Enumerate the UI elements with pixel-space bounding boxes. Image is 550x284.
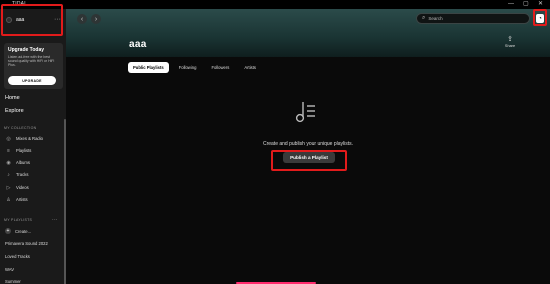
forward-button[interactable]: › (91, 14, 101, 24)
artist-icon: ♙ (6, 196, 11, 203)
playlists-more-icon[interactable]: ··· (52, 217, 58, 223)
close-icon[interactable]: ✕ (538, 1, 543, 8)
page-title: aaa (129, 39, 147, 50)
playlists-section-label: MY PLAYLISTS (4, 218, 33, 222)
album-icon: ◉ (6, 159, 11, 166)
search-icon: ⌕ (422, 15, 426, 21)
nav-home[interactable]: Home (5, 95, 20, 101)
empty-state-text: Create and publish your unique playlists… (262, 141, 354, 147)
create-playlist-button[interactable]: + Create... (5, 228, 31, 234)
main-content: ‹ › ⌕ ◔ aaa ⇪ Share Public Playlists Fol… (66, 9, 550, 284)
track-icon: ♪ (7, 171, 10, 178)
sidebar-item-label: Videos (16, 185, 29, 190)
sidebar-item-label: Artists (16, 197, 28, 202)
sidebar-item-tracks[interactable]: ♪ Tracks (5, 171, 28, 178)
sidebar-item-artists[interactable]: ♙ Artists (5, 196, 28, 203)
sidebar-item-mixes[interactable]: ◎ Mixes & Radio (5, 135, 43, 142)
minimize-icon[interactable]: — (508, 1, 514, 8)
video-icon: ▷ (6, 184, 11, 191)
upgrade-description: Listen ad-free with the best sound quali… (8, 55, 55, 68)
tab-artists[interactable]: Artists (239, 62, 261, 73)
playlist-item[interactable]: Primavera Sound 2022 (5, 241, 48, 246)
sidebar-item-label: Tracks (16, 172, 29, 177)
playlist-item[interactable]: Loved Tracks (5, 254, 30, 259)
nav-explore[interactable]: Explore (5, 108, 24, 114)
sidebar-item-albums[interactable]: ◉ Albums (5, 159, 30, 166)
share-button[interactable]: ⇪ Share (503, 35, 517, 48)
upgrade-title: Upgrade Today (8, 47, 45, 53)
playlist-item[interactable]: Summer (5, 279, 21, 284)
tab-public-playlists[interactable]: Public Playlists (128, 62, 169, 73)
search-input[interactable] (428, 16, 519, 21)
music-list-icon (295, 102, 315, 123)
radio-icon: ◎ (6, 135, 11, 142)
plus-icon: + (5, 228, 11, 234)
collection-section-label: MY COLLECTION (4, 126, 37, 130)
share-icon: ⇪ (507, 36, 513, 43)
back-button[interactable]: ‹ (77, 14, 87, 24)
search-box[interactable]: ⌕ (416, 13, 530, 24)
notifications-highlight-box (533, 9, 547, 26)
publish-highlight-box (271, 150, 347, 171)
tab-following[interactable]: Following (174, 62, 202, 73)
playlist-icon: ≡ (7, 147, 10, 154)
sidebar-item-videos[interactable]: ▷ Videos (5, 184, 29, 191)
sidebar-item-label: Playlists (16, 148, 32, 153)
sidebar-item-label: Mixes & Radio (16, 136, 43, 141)
sidebar-item-label: Albums (16, 160, 30, 165)
sidebar-item-playlists[interactable]: ≡ Playlists (5, 147, 31, 154)
upgrade-card: Upgrade Today Listen ad-free with the be… (4, 43, 63, 89)
upgrade-button[interactable]: UPGRADE (8, 76, 56, 85)
create-playlist-label: Create... (15, 228, 32, 234)
tab-followers[interactable]: Followers (206, 62, 234, 73)
maximize-icon[interactable]: ▢ (523, 1, 529, 8)
profile-tabs: Public Playlists Following Followers Art… (128, 62, 266, 73)
profile-highlight-box (1, 4, 63, 36)
title-bar: TIDAL — ▢ ✕ (0, 0, 550, 9)
share-label: Share (504, 44, 516, 48)
sidebar: aaa ··· Upgrade Today Listen ad-free wit… (0, 4, 66, 284)
playlist-item[interactable]: WAV (5, 267, 14, 272)
